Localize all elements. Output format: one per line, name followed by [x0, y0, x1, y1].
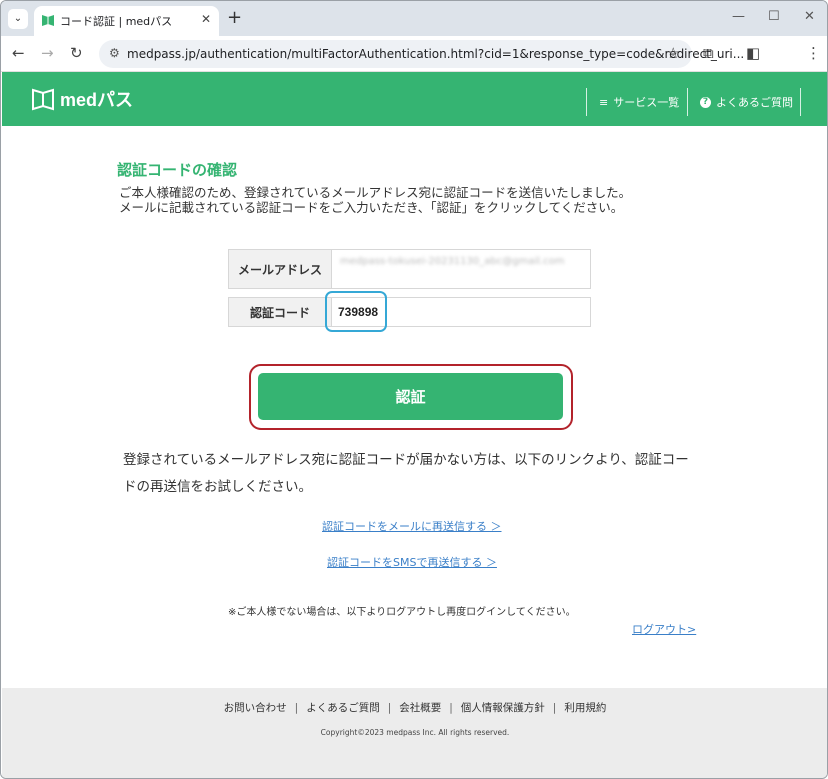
email-label: メールアドレス [229, 250, 332, 288]
email-row: メールアドレス medpass-tokusei-20231130_abc@gma… [228, 249, 591, 289]
intro-line: メールに記載されている認証コードをご入力いただき、「認証」をクリックしてください… [119, 200, 624, 215]
bookmark-star-icon[interactable]: ☆ [667, 44, 680, 62]
menu-icon: ≡ [599, 95, 609, 109]
site-info-icon[interactable]: ⚙ [109, 46, 120, 60]
footer-link-contact[interactable]: お問い合わせ [224, 702, 287, 714]
resend-sms-link[interactable]: 認証コードをSMSで再送信する ＞ [327, 554, 497, 570]
faq-link[interactable]: ? よくあるご質問 [700, 94, 793, 110]
browser-tab[interactable]: コード認証 | medパス ✕ [34, 6, 219, 36]
url-text[interactable]: medpass.jp/authentication/multiFactorAut… [127, 47, 744, 61]
footer-link-company[interactable]: 会社概要 [399, 702, 441, 714]
address-bar[interactable]: ⚙ medpass.jp/authentication/multiFactorA… [99, 40, 744, 68]
forward-arrow-icon[interactable]: → [41, 44, 54, 62]
footer-link-faq[interactable]: よくあるご質問 [306, 702, 380, 714]
not-you-note: ※ご本人様でない場合は、以下よりログアウトし再度ログインしてください。 [228, 607, 576, 618]
browser-window: ⌄ コード認証 | medパス ✕ + — ☐ ✕ ← → ↻ ⚙ medpas… [0, 0, 828, 779]
footer-link-terms[interactable]: 利用規約 [564, 702, 606, 714]
footer-separator: | [449, 702, 453, 714]
header-divider [586, 88, 587, 116]
services-link[interactable]: ≡ サービス一覧 [599, 94, 679, 110]
logo-text: medパス [60, 90, 134, 110]
footer-separator: | [552, 702, 557, 714]
question-icon: ? [700, 96, 711, 108]
copyright: Copyright©2023 medpass Inc. All rights r… [320, 728, 510, 737]
code-row: 認証コード [228, 297, 591, 327]
new-tab-icon[interactable]: + [227, 7, 242, 28]
footer-separator: | [294, 702, 299, 714]
logout-link[interactable]: ログアウト> [632, 621, 696, 637]
services-label: サービス一覧 [613, 96, 680, 109]
intro-line: ご本人様確認のため、登録されているメールアドレス宛に認証コードを送信いたしました… [119, 185, 632, 200]
email-value: medpass-tokusei-20231130_abc@gmail.com [340, 256, 565, 267]
faq-label: よくあるご質問 [716, 96, 793, 109]
header-divider [687, 88, 688, 116]
maximize-icon[interactable]: ☐ [768, 9, 780, 24]
back-arrow-icon[interactable]: ← [12, 44, 25, 62]
minimize-icon[interactable]: — [732, 9, 745, 24]
medpass-logo-icon [32, 88, 54, 111]
footer-separator: | [387, 702, 392, 714]
tab-title: コード認証 | medパス [60, 15, 173, 28]
resend-notice: 登録されているメールアドレス宛に認証コードが届かない方は、以下のリンクより、認証… [123, 452, 689, 495]
site-header: medパス ≡ サービス一覧 ? よくあるご質問 [2, 72, 827, 126]
header-divider [800, 88, 801, 116]
code-input-highlight [325, 291, 387, 332]
resend-email-link[interactable]: 認証コードをメールに再送信する ＞ [322, 518, 502, 534]
reload-icon[interactable]: ↻ [70, 44, 83, 62]
tab-strip: ⌄ コード認証 | medパス ✕ + — ☐ ✕ [1, 1, 827, 36]
site-footer: お問い合わせ | よくあるご質問 | 会社概要 | 個人情報保護方針 | 利用規約 Copyri… [2, 688, 827, 778]
main-content: 認証コードの確認 ご本人様確認のため、登録されているメールアドレス宛に認証コード… [2, 126, 827, 688]
intro-text: ご本人様確認のため、登録されているメールアドレス宛に認証コードを送信いたしました… [119, 185, 631, 215]
extensions-icon[interactable]: ⧉ [703, 44, 714, 62]
tab-close-icon[interactable]: ✕ [201, 12, 211, 26]
code-label: 認証コード [229, 298, 332, 326]
page-title: 認証コードの確認 [117, 161, 238, 179]
authenticate-button[interactable]: 認証 [258, 373, 563, 420]
tab-search-chevron-icon[interactable]: ⌄ [8, 9, 28, 29]
medpass-logo[interactable]: medパス [32, 85, 133, 113]
side-panel-icon[interactable]: ◧ [746, 44, 760, 62]
window-close-icon[interactable]: ✕ [804, 9, 815, 24]
browser-menu-icon[interactable]: ⋮ [806, 44, 821, 62]
browser-toolbar: ← → ↻ ⚙ medpass.jp/authentication/multiF… [1, 36, 827, 72]
medpass-favicon-icon [42, 15, 54, 26]
footer-links: お問い合わせ | よくあるご質問 | 会社概要 | 個人情報保護方針 | 利用規約 [2, 700, 827, 715]
footer-link-privacy[interactable]: 個人情報保護方針 [461, 702, 545, 714]
